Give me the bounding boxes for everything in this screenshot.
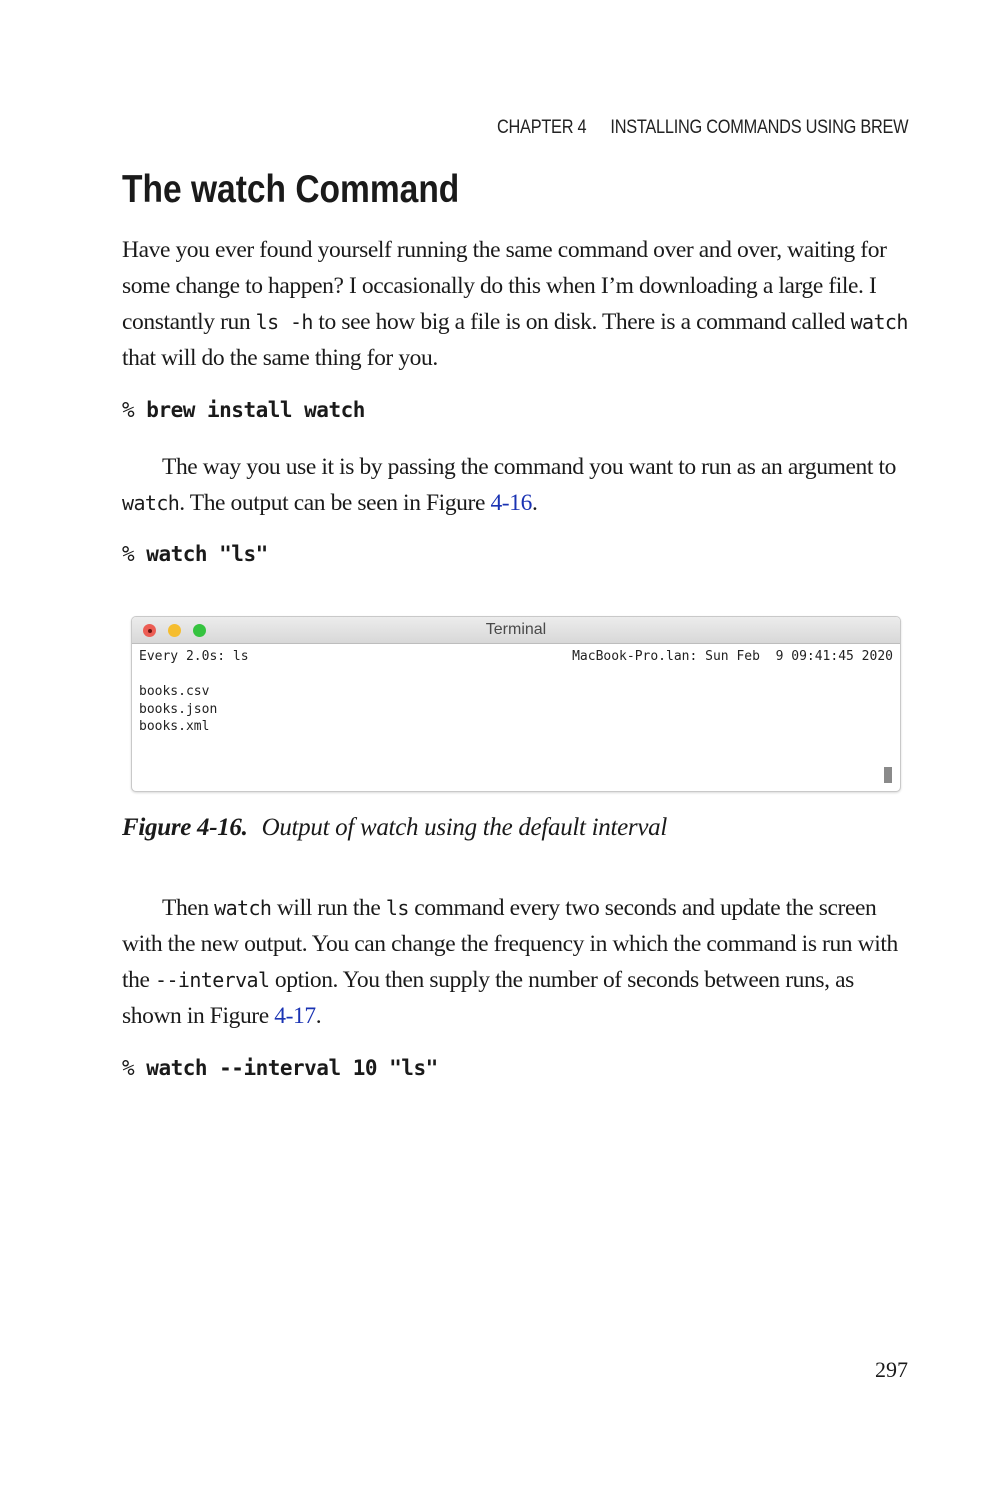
figure-caption-label: Figure 4-16.: [122, 814, 248, 841]
figure-caption-text: Output of watch using the default interv…: [261, 814, 668, 841]
watch-host-timestamp: MacBook-Pro.lan: Sun Feb 9 09:41:45 2020: [572, 649, 893, 664]
code-block-brew-install: % brew install watch: [122, 398, 365, 422]
shell-command: watch --interval 10 "ls": [146, 1056, 438, 1080]
page-number: 297: [875, 1357, 908, 1382]
code-block-watch-interval: % watch --interval 10 "ls": [122, 1056, 438, 1080]
running-head-title: INSTALLING COMMANDS USING BREW: [610, 117, 908, 138]
inline-code: ls: [385, 896, 409, 920]
shell-prompt: %: [122, 542, 147, 566]
running-head-chapter: CHAPTER 4: [496, 117, 587, 138]
inline-code: --interval: [155, 968, 270, 992]
paragraph-intro: Have you ever found yourself running the…: [122, 237, 909, 371]
terminal-title: Terminal: [485, 621, 547, 638]
terminal-output: Every 2.0s: ls MacBook-Pro.lan: Sun Feb …: [132, 644, 900, 740]
file-list-item: books.json: [139, 701, 218, 717]
watch-interval-label: Every 2.0s: ls: [139, 649, 249, 664]
inline-code: ls -h: [255, 310, 314, 334]
shell-prompt: %: [122, 398, 147, 422]
inline-code: watch: [850, 310, 909, 334]
figure-link-4-16[interactable]: 4-16: [490, 490, 532, 516]
running-head: CHAPTER 4 INSTALLING COMMANDS USING BREW: [496, 117, 909, 139]
inline-code: watch: [214, 896, 272, 920]
section-title: The watch Command: [122, 168, 460, 211]
file-list-item: books.csv: [139, 684, 210, 699]
watch-header: Every 2.0s: ls MacBook-Pro.lan: Sun Feb …: [139, 648, 893, 666]
shell-command: brew install watch: [146, 398, 365, 422]
terminal-cursor-icon: [884, 767, 892, 783]
terminal-window-figure: Terminal Every 2.0s: ls MacBook-Pro.lan:…: [131, 616, 901, 792]
figure-link-4-17[interactable]: 4-17: [274, 1003, 316, 1029]
terminal-titlebar: Terminal: [132, 617, 900, 644]
inline-code: watch: [122, 491, 180, 515]
shell-command: watch "ls": [146, 542, 268, 566]
file-list-item: books.xml: [139, 719, 210, 734]
shell-prompt: %: [122, 1056, 147, 1080]
figure-caption: Figure 4-16. Output of watch using the de…: [122, 814, 667, 842]
code-block-watch-ls: % watch "ls": [122, 542, 268, 566]
paragraph-usage: The way you use it is by passing the com…: [122, 454, 896, 516]
paragraph-interval: Then watch will run the ls command every…: [122, 895, 898, 1029]
